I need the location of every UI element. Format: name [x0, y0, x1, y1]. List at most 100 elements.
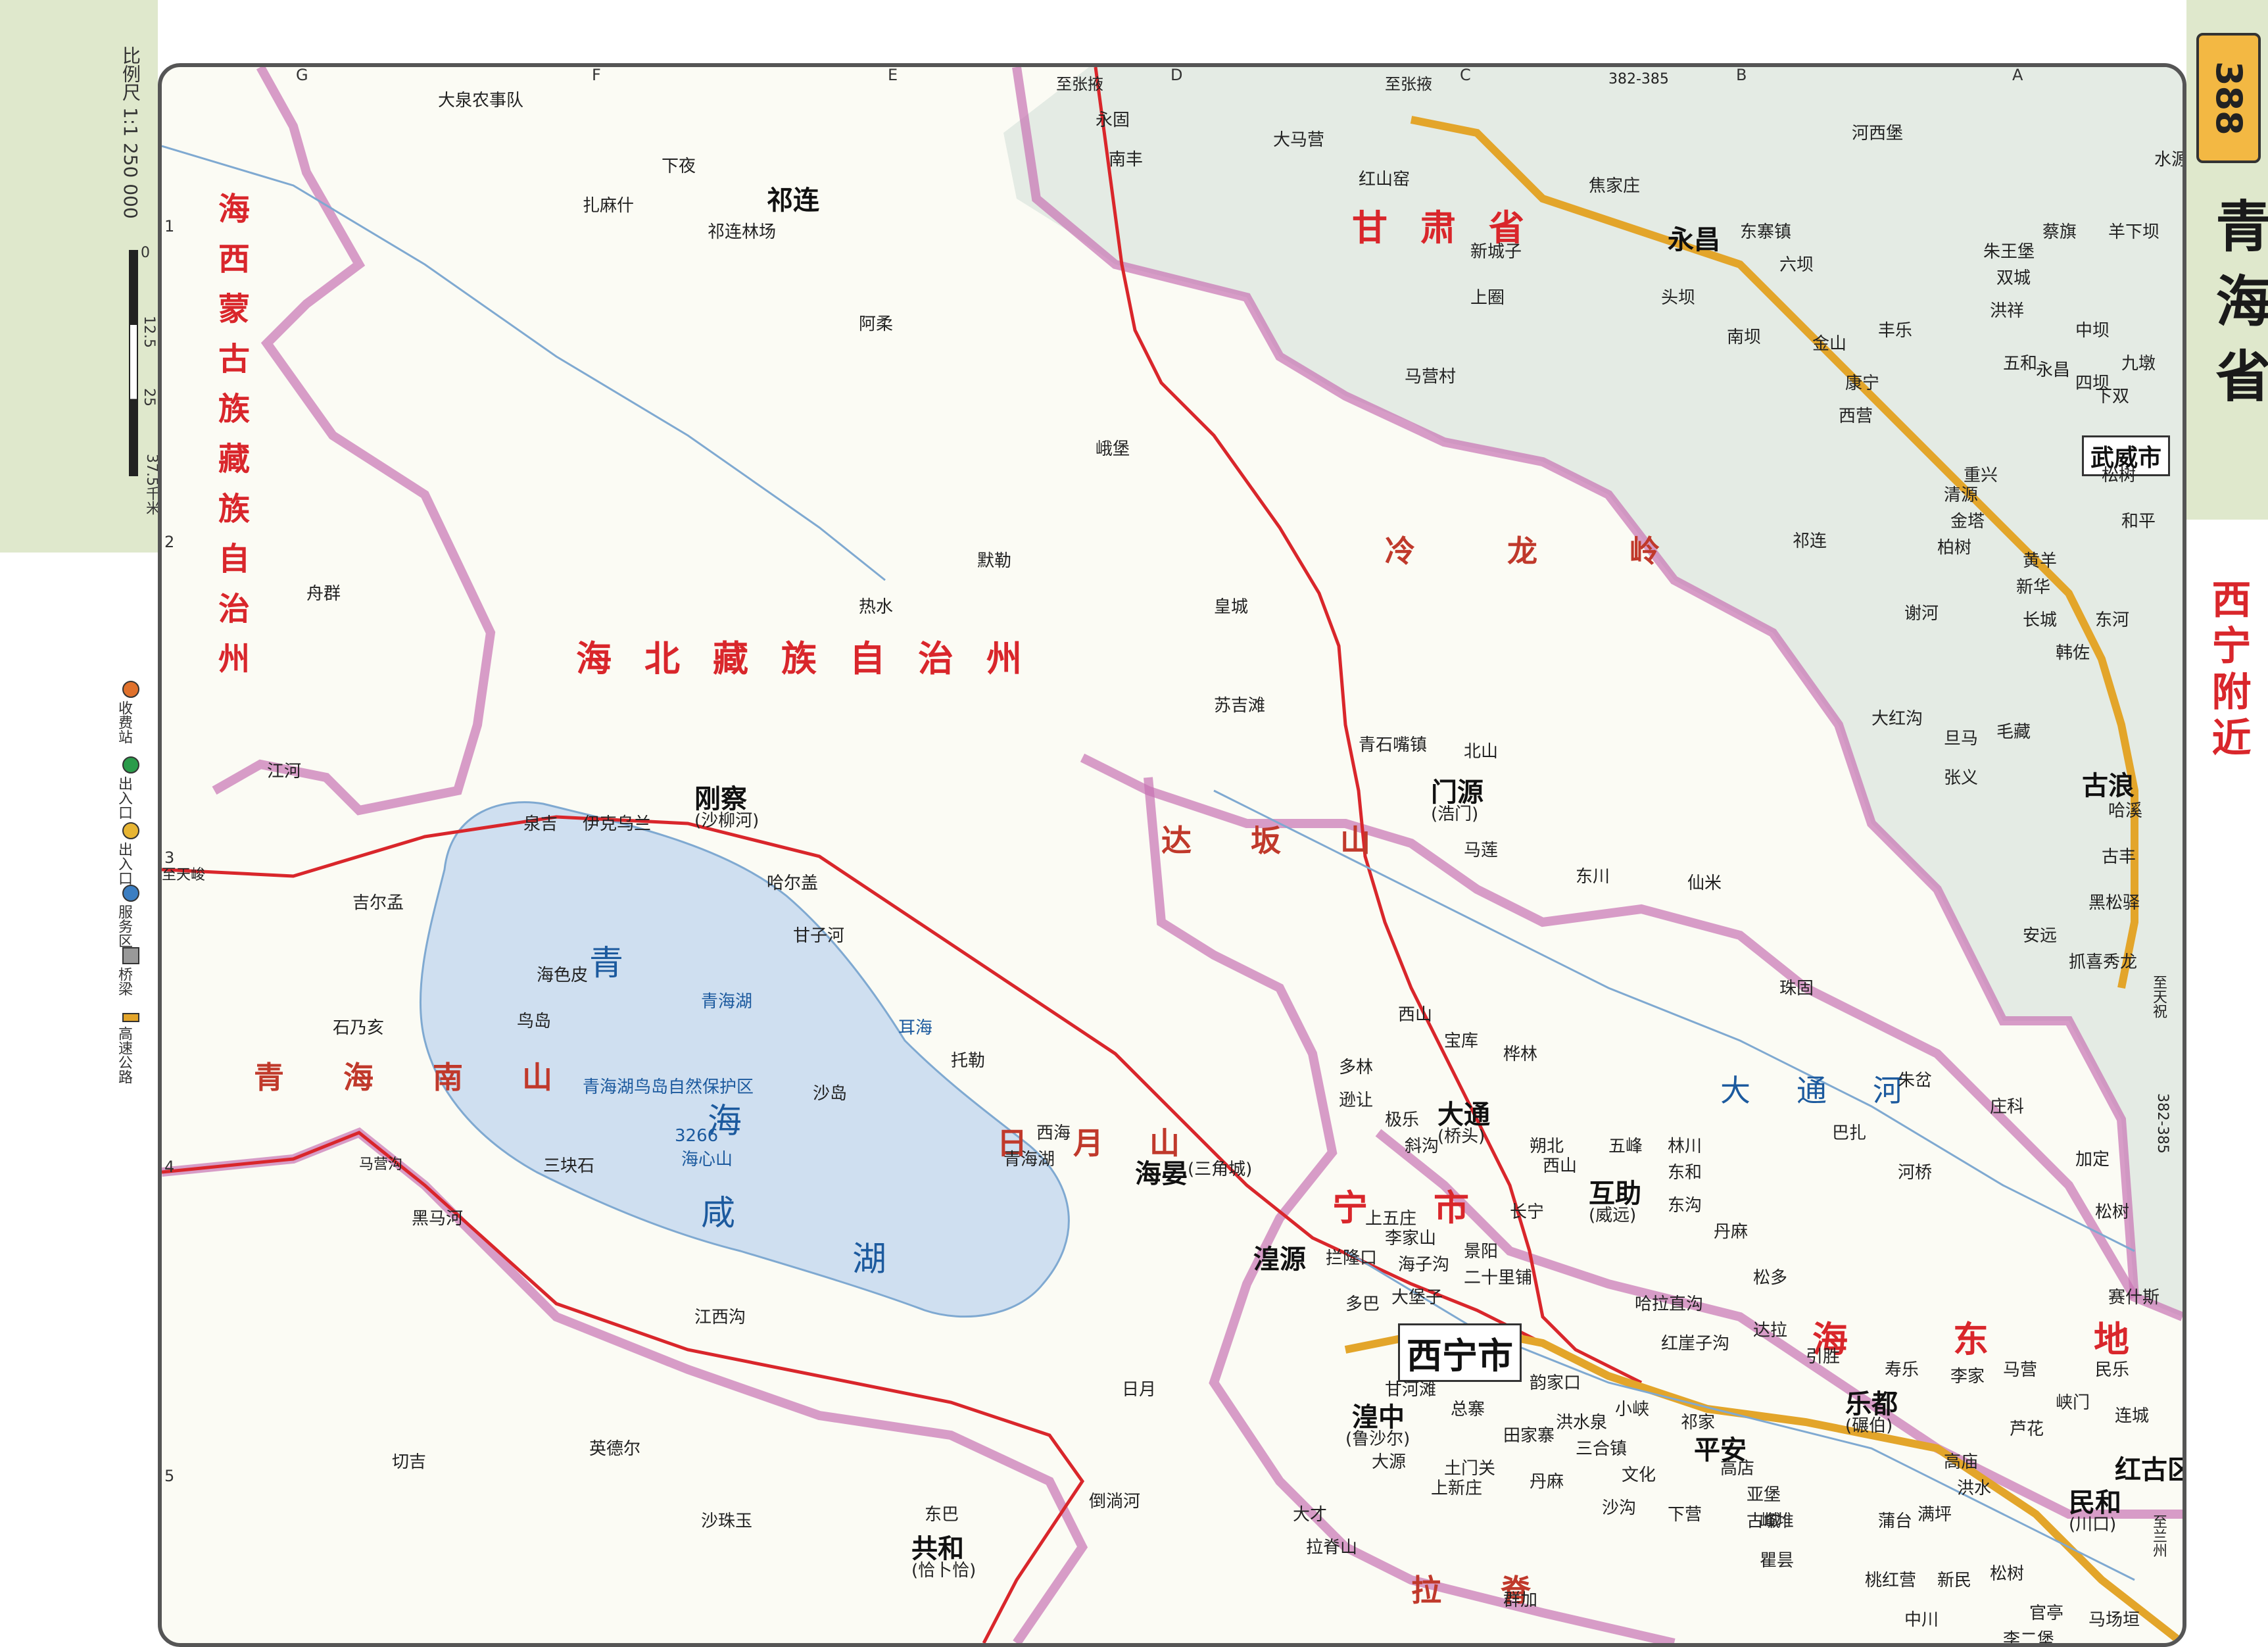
town-label: 民乐	[2095, 1360, 2130, 1380]
town-label: 下双	[2095, 387, 2130, 406]
town-label: 斜沟	[1405, 1137, 1439, 1156]
lake-place-label: 耳海	[898, 1018, 933, 1038]
town-label: 西山	[1398, 1005, 1433, 1025]
lake-place-label: 青海湖	[701, 992, 753, 1012]
town-label: 下营	[1668, 1505, 1702, 1525]
city-yongchang: 永昌	[1668, 225, 1720, 255]
lake-label: 青	[589, 944, 650, 983]
town-label: 谢河	[1904, 604, 1939, 624]
town-label: 头坝	[1661, 288, 1696, 308]
town-label: 安远	[2023, 926, 2058, 946]
city-menyuan-sub: (浩门)	[1431, 804, 1479, 824]
town-label: 峰堆	[1760, 1512, 1795, 1531]
town-label: 哈尔盖	[767, 873, 819, 893]
reserve-label: 青海湖鸟岛自然保护区	[583, 1077, 754, 1097]
town-label: 毛藏	[1996, 722, 2031, 742]
legend-item: 高速公路	[116, 1026, 132, 1084]
town-label: 高庙	[1944, 1452, 1979, 1472]
legend-item: 出入口	[116, 776, 132, 820]
town-label: 大才	[1293, 1505, 1328, 1525]
town-label: 洪水泉	[1556, 1413, 1608, 1433]
town-label: 中川	[1904, 1610, 1939, 1630]
town-label: 吉尔孟	[352, 893, 404, 913]
city-xining: 西宁市	[1398, 1323, 1522, 1382]
town-label: 甘子河	[793, 926, 845, 946]
town-label: 韩佐	[2056, 643, 2090, 663]
town-label: 红山窑	[1359, 170, 1411, 189]
town-label: 东沟	[1668, 1196, 1702, 1216]
scale-tick: 25	[141, 388, 157, 406]
town-label: 马场垣	[2088, 1610, 2140, 1630]
town-label: 宝库	[1444, 1031, 1479, 1051]
town-label: 双城	[1996, 268, 2031, 288]
town-label: 丰乐	[1878, 321, 1913, 341]
town-label: 马莲	[1464, 841, 1499, 860]
town-label: 切吉	[392, 1452, 427, 1472]
town-label: 东和	[1668, 1163, 1702, 1183]
lake-place-label: 海心山	[681, 1150, 733, 1169]
town-label: 河西堡	[1852, 124, 1904, 143]
city-qilian: 祁连	[767, 185, 819, 216]
town-label: 英德尔	[589, 1439, 641, 1459]
town-label: 蒲台	[1878, 1512, 1913, 1531]
town-label: 达拉	[1753, 1321, 1788, 1340]
town-label: 洪祥	[1990, 301, 2025, 321]
city-huangyuan: 湟源	[1253, 1244, 1306, 1275]
town-label: 东河	[2095, 610, 2130, 630]
town-label: 巴扎	[1832, 1123, 1867, 1143]
town-label: 南丰	[1109, 150, 1144, 170]
grid-col-label: B	[1736, 66, 1747, 84]
grid-row-label: 5	[164, 1467, 175, 1485]
town-label: 中坝	[2075, 321, 2110, 341]
town-label: 清源	[1944, 485, 1979, 505]
town-label: 皇城	[1214, 597, 1249, 617]
town-label: 拉脊山	[1306, 1538, 1358, 1558]
town-label: 珠固	[1779, 979, 1814, 998]
town-label: 金山	[1812, 334, 1847, 354]
scale-tick: 12.5	[141, 316, 157, 348]
service-area-icon	[122, 885, 139, 902]
town-label: 东川	[1576, 867, 1610, 887]
lake-island-label: 鸟岛	[517, 1012, 552, 1031]
town-label: 丹麻	[1530, 1472, 1564, 1492]
city-haiyan-sub: (三角城)	[1188, 1160, 1253, 1179]
town-label: 热水	[859, 597, 894, 617]
town-label: 默勒	[977, 551, 1012, 571]
town-label: 松树	[2095, 1202, 2130, 1222]
town-label: 马营沟	[359, 1156, 403, 1173]
region-haidong: 海东地区	[1812, 1319, 2183, 1360]
legend-item: 服务区	[116, 904, 132, 948]
town-label: 柏树	[1937, 538, 1972, 558]
town-label: 张义	[1944, 768, 1979, 788]
expressway-icon	[122, 1013, 139, 1022]
town-label: 旦马	[1944, 729, 1979, 749]
grid-row-label: 2	[164, 533, 175, 551]
edge-label: 至兰州	[2150, 1514, 2167, 1558]
legend-item: 桥梁	[116, 967, 132, 996]
town-label: 新民	[1937, 1571, 1972, 1590]
edge-label: 至张掖	[1385, 75, 1432, 93]
town-label: 桃红营	[1865, 1571, 1917, 1590]
town-label: 李二堡	[2003, 1630, 2055, 1647]
town-label: 峡门	[2056, 1393, 2090, 1413]
town-label: 新城子	[1470, 242, 1522, 262]
town-label: 舟群	[306, 584, 341, 604]
town-label: 仙米	[1687, 873, 1722, 893]
town-label: 抓喜秀龙	[2069, 952, 2138, 972]
range-qinghai-south: 青海南山	[254, 1060, 612, 1095]
town-label: 加定	[2075, 1150, 2110, 1169]
town-label: 多巴	[1345, 1294, 1380, 1314]
bridge-icon	[122, 947, 139, 964]
town-label: 大马营	[1273, 130, 1325, 150]
town-label: 扎麻什	[583, 196, 635, 216]
town-label: 康宁	[1845, 374, 1880, 393]
scale-label: 比例尺 1:1 250 000	[120, 46, 141, 219]
lake-place-label: 海色皮	[537, 966, 589, 985]
town-label: 连城	[2115, 1406, 2150, 1426]
town-label: 小峡	[1615, 1400, 1650, 1419]
city-huangzhong-sub: (鲁沙尔)	[1345, 1429, 1411, 1449]
town-label: 祁连	[1793, 531, 1827, 551]
town-label: 韵家口	[1530, 1373, 1581, 1393]
town-label: 祁连林场	[708, 222, 777, 242]
town-label: 沙珠玉	[701, 1512, 753, 1531]
